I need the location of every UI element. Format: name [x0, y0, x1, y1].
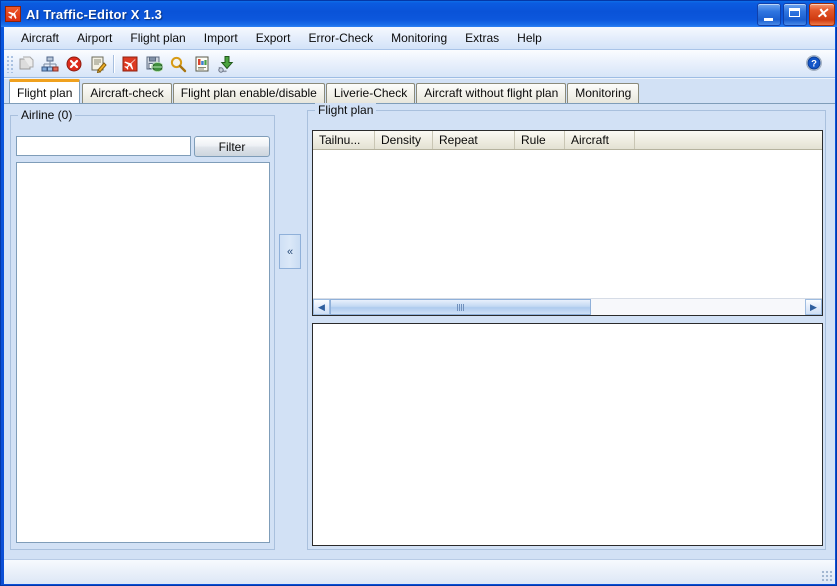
scroll-thumb-grip-icon: [457, 303, 465, 311]
help-question-icon[interactable]: ?: [805, 54, 823, 72]
edit-note-pencil-icon[interactable]: [87, 53, 109, 75]
column-header-repeat[interactable]: Repeat: [433, 131, 515, 149]
network-tree-icon[interactable]: [39, 53, 61, 75]
airplane-icon: [5, 6, 21, 22]
tab-flight-plan-enable-disable[interactable]: Flight plan enable/disable: [172, 83, 325, 103]
report-document-icon[interactable]: [191, 53, 213, 75]
application-window: AI Traffic-Editor X 1.3 ✕ Aircraft Airpo…: [0, 0, 837, 586]
tab-content-flight-plan: Airline (0) Filter « Flight plan Tailnu.…: [4, 103, 835, 559]
menu-item-help[interactable]: Help: [508, 28, 551, 49]
toolbar: ?: [4, 50, 835, 78]
tab-aircraft-without-flight-plan[interactable]: Aircraft without flight plan: [416, 83, 567, 103]
toolbar-separator: [113, 54, 115, 73]
scroll-thumb[interactable]: [330, 299, 592, 315]
menu-item-export[interactable]: Export: [247, 28, 300, 49]
window-frame: AI Traffic-Editor X 1.3 ✕ Aircraft Airpo…: [0, 0, 837, 586]
airline-list[interactable]: [16, 162, 270, 543]
menu-item-monitoring[interactable]: Monitoring: [382, 28, 456, 49]
tab-aircraft-check[interactable]: Aircraft-check: [82, 83, 172, 103]
airline-group-title: Airline (0): [18, 108, 76, 122]
column-header-density[interactable]: Density: [375, 131, 433, 149]
scroll-right-arrow-icon[interactable]: ▶: [805, 299, 822, 315]
column-header-tailnumber[interactable]: Tailnu...: [313, 131, 375, 149]
grid-header-row: Tailnu... Density Repeat Rule Aircraft: [313, 131, 822, 150]
minimize-button[interactable]: [757, 3, 781, 26]
aircraft-red-icon[interactable]: [119, 53, 141, 75]
menu-item-extras[interactable]: Extras: [456, 28, 508, 49]
column-header-aircraft[interactable]: Aircraft: [565, 131, 635, 149]
window-controls: ✕: [757, 3, 835, 26]
delete-red-x-icon[interactable]: [63, 53, 85, 75]
menu-item-flight-plan[interactable]: Flight plan: [121, 28, 194, 49]
menu-item-error-check[interactable]: Error-Check: [299, 28, 382, 49]
maximize-button[interactable]: [783, 3, 807, 26]
grid-body[interactable]: [313, 150, 822, 296]
close-button[interactable]: ✕: [809, 3, 835, 26]
title-bar: AI Traffic-Editor X 1.3 ✕: [1, 1, 837, 27]
flight-plan-group: Flight plan Tailnu... Density Repeat Rul…: [307, 103, 826, 550]
download-green-arrow-icon[interactable]: [215, 53, 237, 75]
column-header-filler: [635, 131, 822, 149]
filter-button[interactable]: Filter: [194, 136, 270, 157]
flight-plan-grid[interactable]: Tailnu... Density Repeat Rule Aircraft ◀: [312, 130, 823, 316]
scroll-left-arrow-icon[interactable]: ◀: [313, 299, 330, 315]
svg-text:?: ?: [811, 59, 817, 70]
tab-flight-plan[interactable]: Flight plan: [9, 79, 81, 103]
tab-monitoring[interactable]: Monitoring: [567, 83, 640, 103]
airline-filter-input[interactable]: [16, 136, 191, 156]
close-icon: ✕: [816, 5, 828, 21]
collapse-panel-button[interactable]: «: [279, 234, 301, 269]
window-title: AI Traffic-Editor X 1.3: [26, 6, 163, 22]
flight-plan-detail-panel[interactable]: [312, 323, 823, 546]
scroll-track[interactable]: [330, 299, 805, 315]
menu-item-aircraft[interactable]: Aircraft: [12, 28, 68, 49]
menu-item-airport[interactable]: Airport: [68, 28, 121, 49]
client-area: Aircraft Airport Flight plan Import Expo…: [4, 27, 835, 584]
save-globe-icon[interactable]: [143, 53, 165, 75]
status-bar: [4, 559, 835, 584]
grid-horizontal-scrollbar[interactable]: ◀ ▶: [313, 298, 822, 315]
airline-group: Airline (0) Filter: [10, 108, 275, 550]
tab-strip: Flight plan Aircraft-check Flight plan e…: [4, 79, 835, 103]
resize-grip-icon[interactable]: [821, 570, 833, 582]
column-header-rule[interactable]: Rule: [515, 131, 565, 149]
flight-plan-group-title: Flight plan: [315, 103, 377, 117]
menu-item-import[interactable]: Import: [195, 28, 247, 49]
search-magnifier-icon[interactable]: [167, 53, 189, 75]
toolbar-drag-grip[interactable]: [6, 54, 14, 73]
copy-pages-icon[interactable]: [15, 53, 37, 75]
tab-liverie-check[interactable]: Liverie-Check: [325, 83, 416, 103]
menu-bar: Aircraft Airport Flight plan Import Expo…: [4, 27, 835, 50]
